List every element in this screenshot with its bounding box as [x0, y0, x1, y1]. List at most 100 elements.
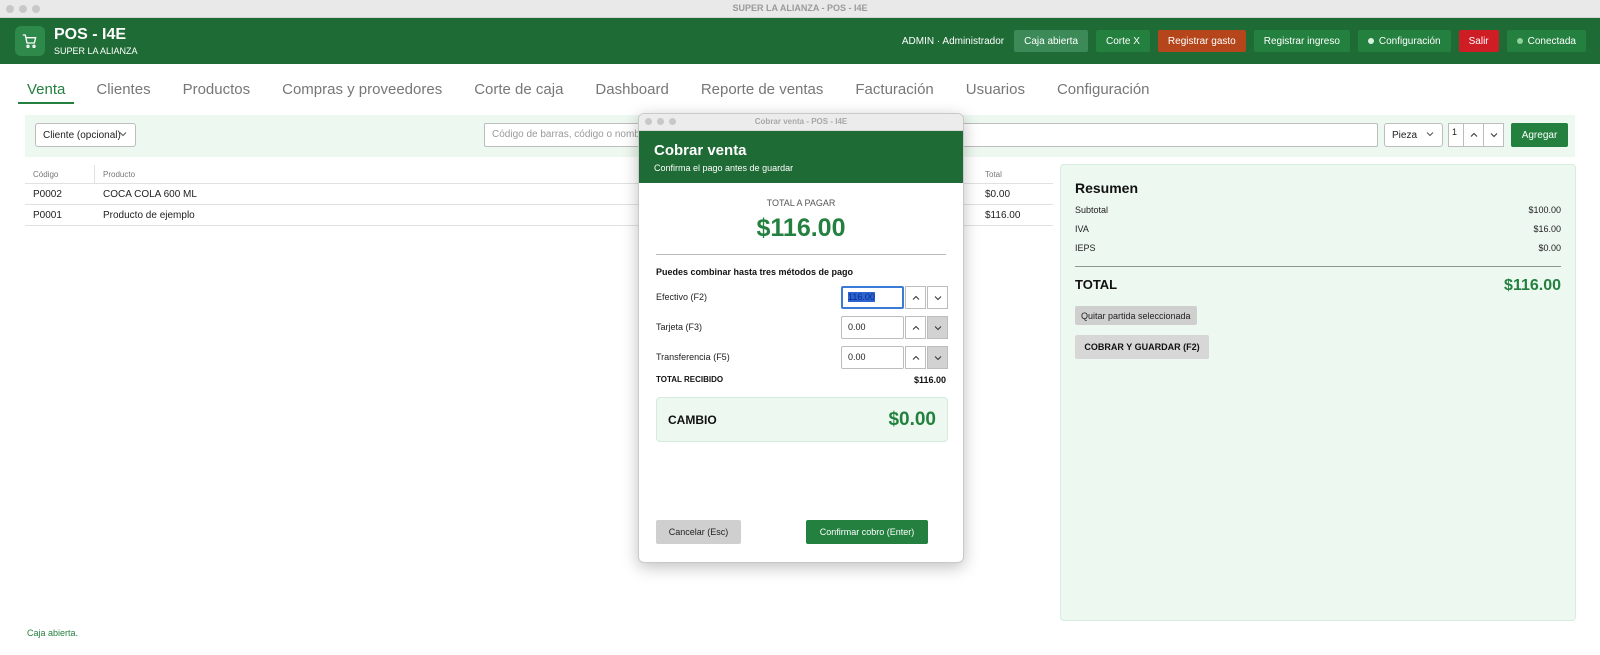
window-titlebar: SUPER LA ALIANZA - POS - I4E [0, 0, 1600, 18]
tab-venta[interactable]: Venta [18, 70, 75, 104]
tab-configuracion[interactable]: Configuración [1057, 70, 1150, 104]
client-select-value: Cliente (opcional) [43, 129, 121, 141]
charge-and-save-button[interactable]: COBRAR Y GUARDAR (F2) [1075, 335, 1209, 359]
chevron-up-icon [912, 325, 919, 330]
subtotal-row: Subtotal $100.00 [1075, 205, 1561, 215]
add-product-button[interactable]: Agregar [1511, 123, 1568, 147]
chevron-down-icon [119, 132, 127, 137]
app-header: POS - I4E SUPER LA ALIANZA ADMIN · Admin… [0, 18, 1600, 64]
total-value: $116.00 [1504, 277, 1561, 294]
status-bar-text: Caja abierta. [27, 628, 79, 638]
subtotal-value: $100.00 [1528, 205, 1561, 215]
change-value: $0.00 [888, 409, 936, 430]
change-label: CAMBIO [668, 413, 717, 427]
store-name: SUPER LA ALIANZA [54, 46, 138, 56]
payment-methods-hint: Puedes combinar hasta tres métodos de pa… [656, 267, 854, 277]
column-divider [94, 165, 95, 184]
dialog-window-title: Cobrar venta - POS - I4E [754, 117, 848, 126]
quantity-input[interactable]: 1 [1448, 123, 1464, 147]
iva-row: IVA $16.00 [1075, 224, 1561, 234]
card-amount-input[interactable]: 0.00 [841, 316, 904, 339]
total-label: TOTAL [1075, 277, 1118, 292]
client-select[interactable]: Cliente (opcional) [35, 123, 136, 147]
cash-decrement-button[interactable] [927, 286, 948, 309]
tab-corte-caja[interactable]: Corte de caja [474, 70, 563, 104]
payment-dialog: Cobrar venta - POS - I4E Cobrar venta Co… [638, 113, 964, 563]
dialog-titlebar: Cobrar venta - POS - I4E [639, 114, 963, 131]
transfer-decrement-button[interactable] [927, 346, 948, 369]
column-header-codigo[interactable]: Código [33, 170, 58, 179]
registrar-gasto-button[interactable]: Registrar gasto [1157, 30, 1246, 52]
card-increment-button[interactable] [905, 316, 926, 339]
dialog-divider [656, 254, 946, 255]
cash-increment-button[interactable] [905, 286, 926, 309]
chevron-down-icon [934, 355, 941, 360]
cash-amount-value: 116.00 [848, 292, 875, 302]
summary-panel: Resumen Subtotal $100.00 IVA $16.00 IEPS… [1060, 164, 1576, 621]
chevron-up-icon [912, 295, 919, 300]
column-header-producto[interactable]: Producto [103, 170, 135, 179]
salir-button[interactable]: Salir [1458, 30, 1499, 52]
row-code: P0002 [33, 189, 62, 200]
iva-label: IVA [1075, 224, 1089, 234]
chevron-down-icon [934, 295, 941, 300]
connection-status-label: Conectada [1527, 35, 1576, 47]
window-title: SUPER LA ALIANZA - POS - I4E [732, 3, 868, 13]
quantity-decrement-button[interactable] [1483, 123, 1504, 147]
row-product: Producto de ejemplo [103, 210, 195, 221]
total-received-value: $116.00 [913, 375, 946, 385]
row-total: $116.00 [985, 210, 1021, 221]
total-to-pay-label: TOTAL A PAGAR [766, 198, 836, 208]
card-decrement-button[interactable] [927, 316, 948, 339]
dialog-subtitle: Confirma el pago antes de guardar [654, 163, 794, 173]
transfer-amount-input[interactable]: 0.00 [841, 346, 904, 369]
tab-compras-proveedores[interactable]: Compras y proveedores [282, 70, 442, 104]
tab-clientes[interactable]: Clientes [96, 70, 150, 104]
caja-abierta-button[interactable]: Caja abierta [1014, 30, 1089, 52]
cancel-button[interactable]: Cancelar (Esc) [656, 520, 741, 544]
tab-dashboard[interactable]: Dashboard [595, 70, 668, 104]
chevron-down-icon [1490, 133, 1497, 138]
shopping-cart-icon [15, 26, 45, 56]
remove-item-button[interactable]: Quitar partida seleccionada [1075, 306, 1197, 325]
summary-title: Resumen [1075, 180, 1139, 196]
chevron-up-icon [912, 355, 919, 360]
app-title: POS - I4E [54, 26, 127, 43]
ieps-value: $0.00 [1538, 243, 1561, 253]
connected-dot-icon [1516, 38, 1523, 44]
subtotal-label: Subtotal [1075, 205, 1109, 215]
card-label: Tarjeta (F3) [656, 322, 703, 332]
summary-divider [1075, 266, 1561, 267]
chevron-down-icon [1426, 132, 1434, 137]
ieps-row: IEPS $0.00 [1075, 243, 1561, 253]
chevron-down-icon [934, 325, 941, 330]
current-user: ADMIN · Administrador [901, 35, 1005, 47]
tab-usuarios[interactable]: Usuarios [966, 70, 1025, 104]
iva-value: $16.00 [1533, 224, 1561, 234]
cash-label: Efectivo (F2) [656, 292, 708, 302]
column-header-total[interactable]: Total [985, 170, 1002, 179]
main-tabs: Venta Clientes Productos Compras y prove… [18, 70, 1182, 104]
row-product: COCA COLA 600 ML [103, 189, 197, 200]
tab-productos[interactable]: Productos [183, 70, 251, 104]
quantity-increment-button[interactable] [1463, 123, 1484, 147]
tab-facturacion[interactable]: Facturación [855, 70, 933, 104]
total-received-label: TOTAL RECIBIDO [656, 375, 724, 384]
tab-reporte-ventas[interactable]: Reporte de ventas [701, 70, 824, 104]
transfer-increment-button[interactable] [905, 346, 926, 369]
configuracion-label: Configuración [1378, 35, 1441, 47]
configuracion-button[interactable]: Configuración [1357, 30, 1451, 52]
unit-select-value: Pieza [1392, 129, 1418, 141]
corte-x-button[interactable]: Corte X [1096, 30, 1150, 52]
connection-status: Conectada [1506, 30, 1586, 52]
confirm-payment-button[interactable]: Confirmar cobro (Enter) [806, 520, 928, 544]
chevron-up-icon [1470, 132, 1477, 137]
ieps-label: IEPS [1075, 243, 1096, 253]
cash-amount-input[interactable]: 116.00 [841, 286, 904, 309]
dialog-title: Cobrar venta [654, 142, 747, 159]
registrar-ingreso-button[interactable]: Registrar ingreso [1253, 30, 1350, 52]
row-total: $0.00 [985, 189, 1011, 200]
status-dot-icon [1367, 38, 1374, 44]
unit-select[interactable]: Pieza [1384, 123, 1443, 147]
total-to-pay-amount: $116.00 [756, 214, 846, 242]
